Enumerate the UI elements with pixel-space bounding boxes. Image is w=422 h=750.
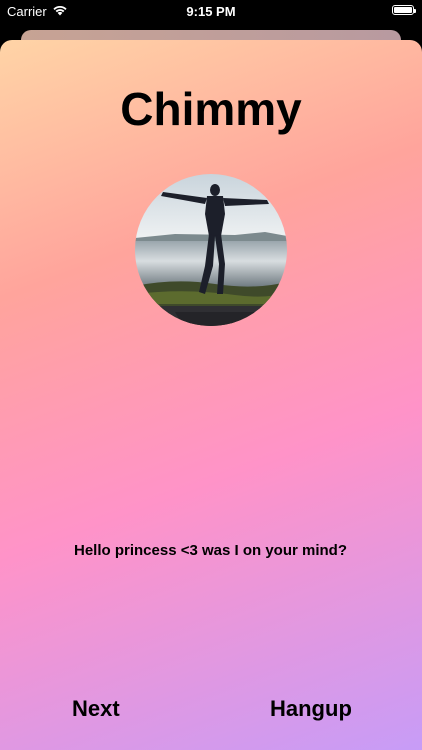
battery-icon — [392, 5, 416, 15]
status-bar: Carrier 9:15 PM — [0, 0, 422, 26]
avatar — [135, 174, 287, 326]
caller-name: Chimmy — [120, 83, 302, 135]
battery-fill — [394, 7, 412, 13]
status-time: 9:15 PM — [186, 4, 236, 19]
call-message: Hello princess <3 was I on your mind? — [74, 542, 347, 559]
call-card: Chimmy Hello princess <3 was I on your m… — [0, 40, 422, 750]
profile-photo — [135, 174, 287, 326]
hangup-button[interactable]: Hangup — [270, 696, 352, 722]
next-button[interactable]: Next — [72, 696, 120, 722]
